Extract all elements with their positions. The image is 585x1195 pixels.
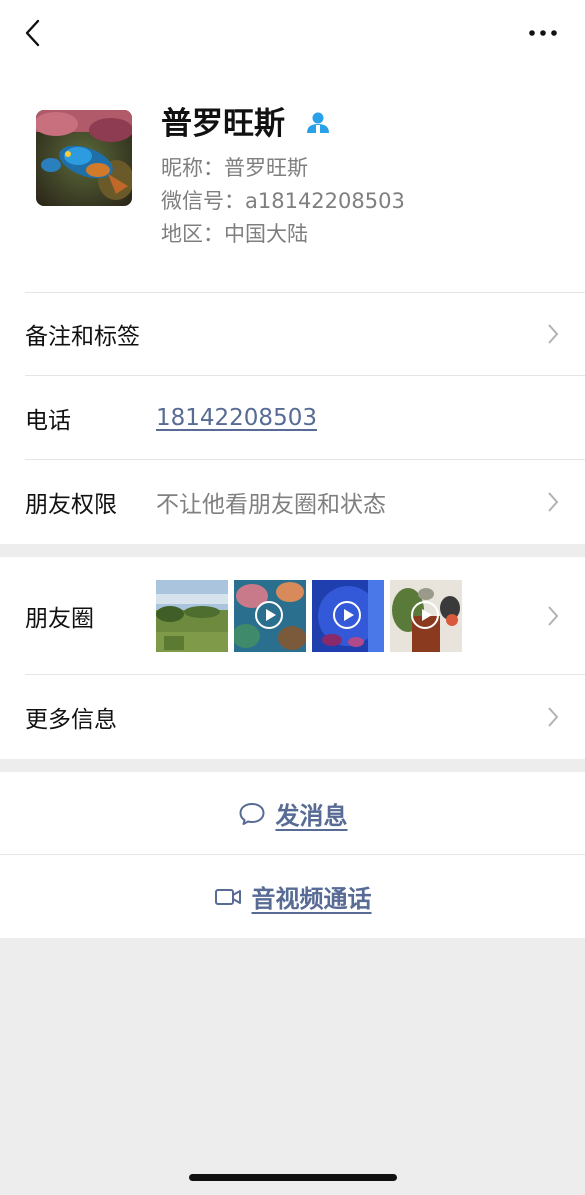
section-gap	[0, 544, 585, 557]
moment-thumbnail-video[interactable]	[312, 580, 384, 652]
moment-thumbnail[interactable]	[156, 580, 228, 652]
moments-label: 朋友圈	[25, 606, 94, 632]
nickname-line: 昵称：普罗旺斯	[161, 154, 308, 182]
more-icon[interactable]	[527, 24, 559, 42]
send-message-button[interactable]: 发消息	[0, 772, 585, 855]
chevron-right-icon	[548, 324, 559, 344]
moment-thumbnail-video[interactable]	[390, 580, 462, 652]
profile-card: 普罗旺斯 昵称：普罗旺斯 微信号：a18142208503 地区：中国大陆	[0, 70, 585, 292]
region-line: 地区：中国大陆	[161, 220, 308, 248]
more-info-label: 更多信息	[25, 707, 117, 733]
wechat-id-label: 微信号：	[161, 189, 245, 213]
video-camera-icon	[214, 888, 241, 905]
person-icon	[307, 112, 329, 133]
moments-thumbnails	[156, 580, 462, 652]
phone-row: 电话 18142208503	[0, 376, 585, 460]
profile-header: 普罗旺斯 昵称：普罗旺斯 微信号：a18142208503 地区：中国大陆 备注…	[0, 0, 585, 544]
remarks-label: 备注和标签	[25, 324, 140, 350]
nickname-value: 普罗旺斯	[224, 156, 308, 180]
remarks-row[interactable]: 备注和标签	[0, 292, 585, 376]
chevron-right-icon	[548, 492, 559, 512]
wechat-id-line: 微信号：a18142208503	[161, 187, 405, 215]
play-icon	[333, 601, 361, 629]
send-message-label: 发消息	[275, 802, 348, 830]
nickname-label: 昵称：	[161, 156, 224, 180]
permission-label: 朋友权限	[25, 492, 117, 518]
top-bar	[0, 0, 585, 70]
divider	[25, 292, 585, 293]
region-label: 地区：	[161, 222, 224, 246]
avatar-fish-image	[36, 110, 132, 206]
wechat-id-value: a18142208503	[245, 189, 405, 213]
permission-row[interactable]: 朋友权限 不让他看朋友圈和状态	[0, 460, 585, 544]
moments-row[interactable]: 朋友圈	[0, 557, 585, 675]
landscape-image	[156, 580, 228, 652]
video-call-label: 音视频通话	[251, 885, 372, 913]
contact-name: 普罗旺斯	[161, 106, 285, 142]
play-icon	[411, 601, 439, 629]
phone-label: 电话	[25, 408, 71, 434]
region-value: 中国大陆	[224, 222, 308, 246]
back-icon[interactable]	[20, 18, 46, 48]
section-gap	[0, 759, 585, 772]
moment-thumbnail-video[interactable]	[234, 580, 306, 652]
avatar[interactable]	[36, 110, 132, 206]
play-icon	[255, 601, 283, 629]
permission-value: 不让他看朋友圈和状态	[156, 492, 386, 518]
actions-section: 发消息 音视频通话	[0, 772, 585, 938]
phone-number-link[interactable]: 18142208503	[156, 405, 317, 431]
video-call-button[interactable]: 音视频通话	[0, 855, 585, 938]
home-indicator[interactable]	[189, 1174, 397, 1181]
chevron-right-icon	[548, 707, 559, 727]
moments-section: 朋友圈 更多信息	[0, 557, 585, 759]
chat-bubble-icon	[239, 802, 264, 825]
chevron-right-icon	[548, 606, 559, 626]
more-info-row[interactable]: 更多信息	[0, 675, 585, 759]
